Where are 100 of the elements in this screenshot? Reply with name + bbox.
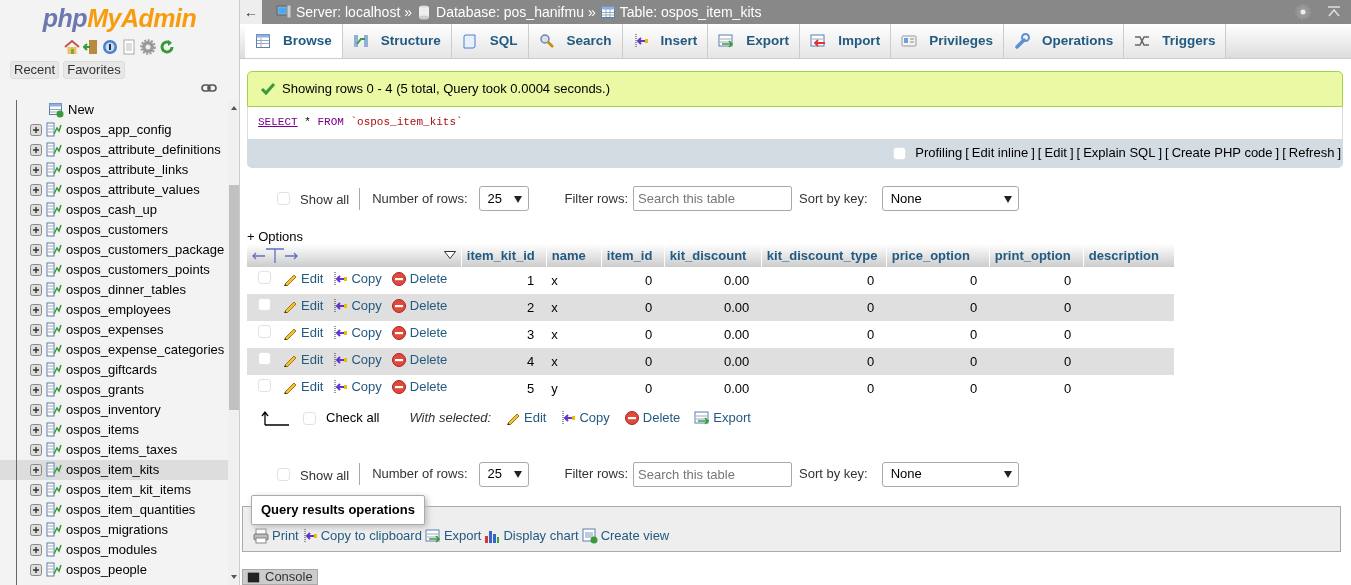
tab[interactable]: Operations [1003, 24, 1125, 58]
tree-item[interactable]: ospos_giftcards [0, 360, 228, 380]
tree-item[interactable]: ospos_attribute_definitions [0, 140, 228, 160]
tree-item[interactable]: ospos_employees [0, 300, 228, 320]
dropdown-icon[interactable] [443, 251, 456, 260]
tree-item[interactable]: New [0, 100, 228, 120]
tree-label[interactable]: ospos_attribute_values [66, 180, 200, 200]
checkbox[interactable] [258, 297, 271, 311]
tree-label[interactable]: ospos_migrations [66, 520, 168, 540]
expand-icon[interactable] [30, 264, 42, 276]
tab[interactable]: Insert [622, 24, 709, 58]
tree-item[interactable]: ospos_cash_up [0, 200, 228, 220]
tree-label[interactable]: ospos_app_config [66, 120, 172, 140]
operation-link[interactable]: Print [253, 526, 299, 546]
row-action-link[interactable]: Edit [282, 268, 324, 289]
tree-label[interactable]: ospos_employees [66, 300, 171, 320]
expand-icon[interactable] [30, 504, 42, 516]
tree-item[interactable]: ospos_expenses [0, 320, 228, 340]
tree-label[interactable]: ospos_items [66, 420, 139, 440]
expand-icon[interactable] [30, 384, 42, 396]
tab[interactable]: Search [528, 24, 623, 58]
operation-link[interactable]: Copy to clipboard [301, 526, 422, 546]
tree-label[interactable]: ospos_item_quantities [66, 500, 196, 520]
expand-icon[interactable] [30, 444, 42, 456]
column-header[interactable]: description [1083, 243, 1175, 267]
tree-label[interactable]: ospos_attribute_links [66, 160, 189, 180]
checkbox[interactable] [258, 378, 271, 392]
console-button[interactable]: Console [242, 569, 318, 585]
tree-item[interactable]: ospos_inventory [0, 400, 228, 420]
checkbox[interactable] [258, 324, 271, 338]
expand-icon[interactable] [30, 184, 42, 196]
reload-icon[interactable] [159, 39, 175, 55]
tree-item[interactable]: ospos_customers_package [0, 240, 228, 260]
row-action-link[interactable]: Copy [332, 268, 382, 289]
tree-label[interactable]: ospos_customers_package [66, 240, 225, 260]
expand-icon[interactable] [30, 304, 42, 316]
bulk-action-link[interactable]: Export [694, 408, 751, 428]
expand-icon[interactable] [30, 524, 42, 536]
tree-label[interactable]: ospos_item_kits [66, 460, 160, 480]
tree-label[interactable]: ospos_customers [66, 220, 168, 240]
tree-label[interactable]: ospos_item_kit_items [66, 480, 191, 500]
operation-link[interactable]: Create view [581, 526, 670, 546]
expand-icon[interactable] [30, 404, 42, 416]
tab[interactable]: Browse [245, 24, 343, 58]
link[interactable]: Edit [1044, 143, 1067, 163]
expand-icon[interactable] [30, 284, 42, 296]
sql-query[interactable]: SELECT * FROM `ospos_item_kits` [258, 115, 463, 128]
column-header[interactable]: item_kit_id [461, 243, 547, 267]
expand-icon[interactable] [30, 424, 42, 436]
rows-select[interactable]: 25 [478, 461, 529, 487]
expand-icon[interactable] [30, 544, 42, 556]
expand-icon[interactable] [30, 324, 42, 336]
expand-icon[interactable] [30, 364, 42, 376]
tab[interactable]: Import [800, 24, 892, 58]
tree-label[interactable]: ospos_giftcards [66, 360, 158, 380]
row-action-link[interactable]: Delete [390, 322, 448, 343]
checkbox[interactable] [303, 411, 316, 425]
column-header[interactable]: name [546, 243, 602, 267]
tree-label[interactable]: ospos_dinner_tables [66, 280, 186, 300]
row-action-link[interactable]: Edit [282, 322, 324, 343]
tree-item[interactable]: ospos_modules [0, 540, 228, 560]
search-field[interactable]: Search this table [633, 461, 793, 487]
sort-select[interactable]: None [881, 461, 1019, 487]
expand-icon[interactable] [30, 344, 42, 356]
tab[interactable]: Triggers [1124, 24, 1227, 58]
check-all-link[interactable]: Check all [326, 408, 380, 428]
tree-item[interactable]: ospos_items_taxes [0, 440, 228, 460]
link[interactable]: Refresh [1288, 143, 1335, 163]
tab[interactable]: SQL [451, 24, 529, 58]
tree-item[interactable]: ospos_items [0, 420, 228, 440]
checkbox[interactable] [258, 351, 271, 365]
tree-label[interactable]: New [68, 100, 94, 120]
sort-select[interactable]: None [881, 186, 1019, 211]
expand-icon[interactable] [30, 244, 42, 256]
column-header[interactable]: kit_discount_type [761, 243, 887, 267]
row-action-link[interactable]: Edit [282, 295, 324, 316]
row-action-link[interactable]: Delete [390, 376, 448, 397]
tree-label[interactable]: ospos_people [66, 560, 147, 580]
tree-item[interactable]: ospos_item_kit_items [0, 480, 228, 500]
collapse-icon[interactable] [1327, 5, 1341, 19]
row-action-link[interactable]: Copy [332, 376, 382, 397]
tree-item[interactable]: ospos_grants [0, 380, 228, 400]
expand-icon[interactable] [30, 164, 42, 176]
operation-link[interactable]: Display chart [484, 526, 579, 546]
link[interactable]: Explain SQL [1083, 143, 1156, 163]
tree-label[interactable]: ospos_items_taxes [66, 440, 178, 460]
tree-item[interactable]: ospos_expense_categories [0, 340, 228, 360]
bulk-action-link[interactable]: Edit [505, 408, 547, 428]
tree-item[interactable]: ospos_people [0, 560, 228, 580]
checkbox[interactable] [893, 146, 907, 160]
tree-item[interactable]: ospos_app_config [0, 120, 228, 140]
sidebar-button[interactable]: Favorites [63, 61, 125, 79]
column-header[interactable]: kit_discount [664, 243, 762, 267]
row-action-link[interactable]: Copy [332, 349, 382, 370]
expand-icon[interactable] [30, 464, 42, 476]
column-header[interactable]: print_option [989, 243, 1084, 267]
row-action-link[interactable]: Copy [332, 322, 382, 343]
expand-icon[interactable] [30, 144, 42, 156]
expand-icon[interactable] [30, 484, 42, 496]
tab[interactable]: Structure [342, 24, 452, 58]
